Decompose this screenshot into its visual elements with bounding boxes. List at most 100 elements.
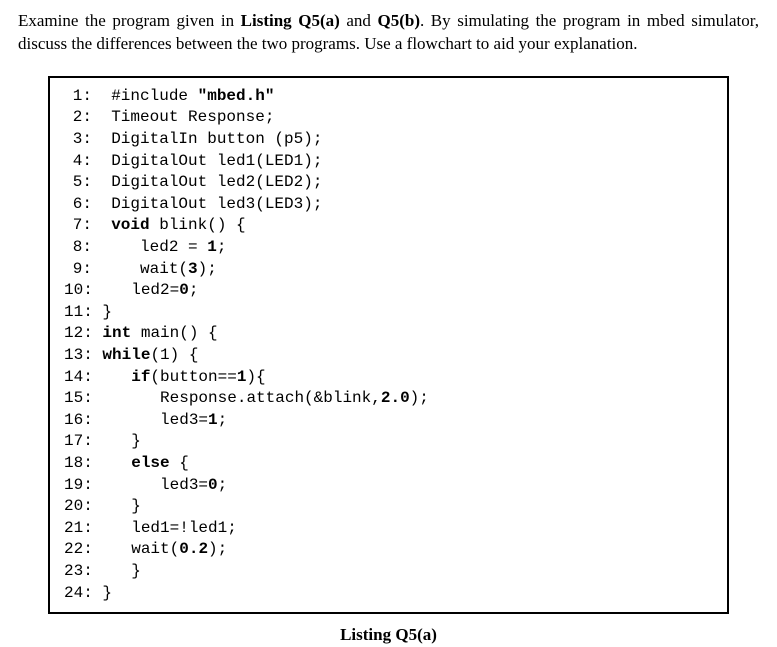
code-segment: DigitalOut led3(LED3); — [92, 195, 322, 213]
code-segment: DigitalOut led1(LED1); — [92, 152, 322, 170]
code-segment: led2= — [93, 281, 179, 299]
code-segment: 3 — [188, 260, 198, 278]
line-number: 19: — [64, 475, 93, 497]
line-number: 13: — [64, 345, 93, 367]
code-line: 21: led1=!led1; — [64, 518, 713, 540]
question-ref2: Q5(b) — [377, 11, 420, 30]
code-line: 3: DigitalIn button (p5); — [64, 129, 713, 151]
question-ref1: Listing Q5(a) — [241, 11, 340, 30]
code-segment: 1 — [237, 368, 247, 386]
code-segment: int — [102, 324, 131, 342]
line-number: 22: — [64, 539, 93, 561]
code-segment: led2 = — [92, 238, 207, 256]
code-line: 1: #include "mbed.h" — [64, 86, 713, 108]
code-segment: if — [131, 368, 150, 386]
code-line: 14: if(button==1){ — [64, 367, 713, 389]
code-segment: 1 — [208, 411, 218, 429]
code-segment: 0 — [208, 476, 218, 494]
listing-caption: Listing Q5(a) — [48, 624, 729, 647]
line-number: 14: — [64, 367, 93, 389]
code-line: 5: DigitalOut led2(LED2); — [64, 172, 713, 194]
code-segment: wait( — [93, 540, 179, 558]
code-line: 8: led2 = 1; — [64, 237, 713, 259]
code-container: 1: #include "mbed.h"2: Timeout Response;… — [64, 86, 713, 604]
line-number: 18: — [64, 453, 93, 475]
code-segment: { — [170, 454, 189, 472]
question-paragraph: Examine the program given in Listing Q5(… — [18, 10, 759, 56]
code-segment: void — [111, 216, 149, 234]
line-number: 23: — [64, 561, 93, 583]
code-line: 10: led2=0; — [64, 280, 713, 302]
code-segment: #include — [92, 87, 198, 105]
line-number: 10: — [64, 280, 93, 302]
question-text-1: Examine the program given in — [18, 11, 241, 30]
line-number: 6: — [64, 194, 92, 216]
code-segment — [93, 324, 103, 342]
code-segment: led3= — [93, 476, 208, 494]
code-segment: else — [131, 454, 169, 472]
code-segment: ; — [217, 238, 227, 256]
line-number: 5: — [64, 172, 92, 194]
line-number: 21: — [64, 518, 93, 540]
line-number: 15: — [64, 388, 93, 410]
code-line: 13: while(1) { — [64, 345, 713, 367]
line-number: 9: — [64, 259, 92, 281]
code-line: 22: wait(0.2); — [64, 539, 713, 561]
code-line: 9: wait(3); — [64, 259, 713, 281]
code-segment — [93, 454, 131, 472]
line-number: 3: — [64, 129, 92, 151]
code-segment: } — [93, 497, 141, 515]
code-listing-box: 1: #include "mbed.h"2: Timeout Response;… — [48, 76, 729, 614]
line-number: 7: — [64, 215, 92, 237]
code-line: 11: } — [64, 302, 713, 324]
code-segment: wait( — [92, 260, 188, 278]
code-segment: blink() { — [150, 216, 246, 234]
code-segment: DigitalOut led2(LED2); — [92, 173, 322, 191]
code-segment: 0.2 — [179, 540, 208, 558]
code-segment: } — [93, 303, 112, 321]
code-line: 7: void blink() { — [64, 215, 713, 237]
code-segment: } — [93, 562, 141, 580]
code-segment — [93, 368, 131, 386]
code-segment — [92, 216, 111, 234]
line-number: 20: — [64, 496, 93, 518]
code-line: 20: } — [64, 496, 713, 518]
code-segment: led3= — [93, 411, 208, 429]
line-number: 24: — [64, 583, 93, 605]
line-number: 4: — [64, 151, 92, 173]
code-segment: Timeout Response; — [92, 108, 274, 126]
code-segment: ); — [198, 260, 217, 278]
code-line: 19: led3=0; — [64, 475, 713, 497]
code-segment: main() { — [131, 324, 217, 342]
line-number: 1: — [64, 86, 92, 108]
code-segment: ; — [218, 476, 228, 494]
code-line: 12: int main() { — [64, 323, 713, 345]
code-segment: } — [93, 584, 112, 602]
code-segment: ); — [208, 540, 227, 558]
line-number: 12: — [64, 323, 93, 345]
code-line: 4: DigitalOut led1(LED1); — [64, 151, 713, 173]
code-segment — [93, 346, 103, 364]
code-segment: (button== — [150, 368, 236, 386]
code-segment: ; — [218, 411, 228, 429]
code-line: 23: } — [64, 561, 713, 583]
code-segment: ); — [410, 389, 429, 407]
code-segment: "mbed.h" — [198, 87, 275, 105]
line-number: 17: — [64, 431, 93, 453]
code-line: 15: Response.attach(&blink,2.0); — [64, 388, 713, 410]
line-number: 16: — [64, 410, 93, 432]
code-segment: led1=!led1; — [93, 519, 237, 537]
code-line: 24: } — [64, 583, 713, 605]
line-number: 8: — [64, 237, 92, 259]
code-line: 18: else { — [64, 453, 713, 475]
code-segment: ){ — [246, 368, 265, 386]
code-line: 17: } — [64, 431, 713, 453]
code-segment: ; — [189, 281, 199, 299]
code-line: 6: DigitalOut led3(LED3); — [64, 194, 713, 216]
code-segment: (1) { — [150, 346, 198, 364]
code-segment: } — [93, 432, 141, 450]
code-segment: DigitalIn button (p5); — [92, 130, 322, 148]
question-text-2: and — [340, 11, 378, 30]
line-number: 2: — [64, 107, 92, 129]
code-segment: 0 — [179, 281, 189, 299]
